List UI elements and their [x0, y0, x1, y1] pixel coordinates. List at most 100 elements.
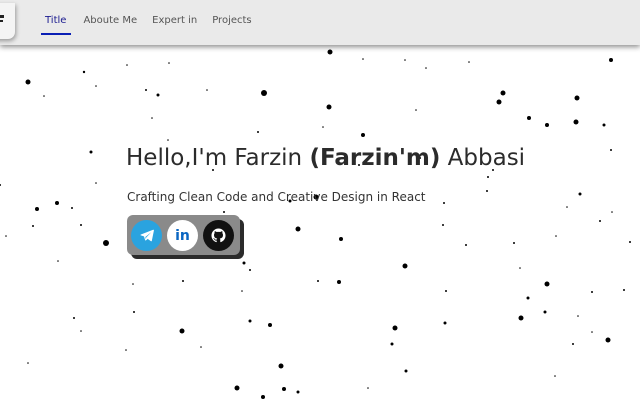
star-dot [296, 390, 300, 394]
star-dot [404, 59, 406, 61]
star-dot [486, 190, 488, 192]
star-dot [443, 321, 447, 325]
star-dot [249, 269, 251, 271]
star-dot [0, 184, 1, 186]
star-dot [261, 395, 265, 399]
star-dot [80, 330, 82, 332]
star-dot [465, 244, 467, 246]
star-dot [132, 283, 134, 285]
star-dot [43, 95, 45, 97]
star-dot [282, 387, 286, 391]
star-dot [605, 337, 611, 343]
star-dot [496, 99, 502, 105]
star-dot [35, 207, 39, 211]
hero-surname: Abbasi [440, 145, 526, 171]
star-dot [415, 109, 417, 111]
star-dot [487, 176, 489, 178]
star-dot [443, 202, 445, 204]
nav-item-expert[interactable]: Expert in [149, 14, 200, 35]
hero-nickname: (Farzin'm) [309, 145, 441, 171]
star-dot [527, 116, 531, 120]
star-dot [326, 104, 332, 110]
nav-item-about[interactable]: Aboute Me [80, 14, 140, 35]
github-icon [211, 228, 226, 243]
star-dot [611, 211, 613, 213]
star-dot [392, 325, 398, 331]
star-dot [545, 123, 549, 127]
star-dot [126, 64, 128, 66]
logo-icon [0, 15, 4, 25]
linkedin-button[interactable]: in [167, 220, 198, 251]
page: Title Aboute Me Expert in Projects Hello… [0, 0, 640, 400]
star-dot [317, 280, 319, 282]
star-dot [513, 242, 515, 244]
star-dot [32, 225, 34, 227]
star-dot [73, 317, 75, 319]
star-dot [339, 237, 343, 241]
nav-item-title[interactable]: Title [41, 14, 72, 35]
star-dot [151, 117, 153, 119]
star-dot [577, 315, 579, 317]
star-dot [322, 126, 324, 128]
star-dot [500, 90, 506, 96]
star-dot [591, 291, 593, 293]
telegram-icon [139, 229, 154, 242]
star-dot [390, 342, 394, 346]
star-dot [95, 182, 97, 184]
github-button[interactable] [203, 220, 234, 251]
star-dot [261, 90, 267, 96]
star-dot [566, 206, 568, 208]
star-dot [25, 79, 31, 85]
star-dot [425, 67, 427, 69]
star-dot [27, 362, 29, 364]
star-dot [206, 89, 208, 91]
telegram-button[interactable] [131, 220, 162, 251]
star-dot [362, 58, 364, 60]
star-dot [57, 260, 59, 262]
hero-greeting: Hello,I'm Farzin [126, 145, 310, 171]
star-dot [442, 224, 444, 226]
star-dot [200, 346, 202, 348]
star-dot [367, 387, 369, 389]
star-dot [5, 235, 7, 237]
star-dot [241, 290, 243, 292]
star-dot [599, 220, 601, 222]
logo[interactable] [0, 3, 15, 39]
star-dot [145, 89, 147, 91]
star-dot [95, 85, 97, 87]
star-dot [404, 369, 408, 373]
star-dot [591, 331, 593, 333]
star-dot [554, 375, 556, 377]
hero-subtitle: Crafting Clean Code and Creative Design … [127, 190, 426, 204]
star-dot [182, 280, 184, 282]
star-dot [555, 235, 557, 237]
star-dot [168, 62, 170, 64]
star-dot [167, 139, 169, 141]
star-dot [295, 226, 301, 232]
star-dot [82, 70, 86, 74]
star-dot [573, 119, 579, 125]
star-dot [257, 131, 259, 133]
star-dot [445, 290, 447, 292]
star-dot [248, 319, 252, 323]
star-dot [361, 133, 365, 137]
star-dot [156, 93, 160, 97]
star-dot [519, 267, 521, 269]
star-dot [572, 343, 574, 345]
navbar: Title Aboute Me Expert in Projects [0, 0, 640, 45]
star-dot [544, 281, 550, 287]
star-dot [179, 328, 185, 334]
star-dot [609, 58, 613, 62]
star-dot [223, 211, 225, 213]
hero-title: Hello,I'm Farzin (Farzin'm) Abbasi [126, 145, 525, 171]
star-dot [278, 363, 284, 369]
star-dot [468, 61, 470, 63]
star-dot [337, 280, 341, 284]
star-dot [55, 201, 59, 205]
star-dot [327, 49, 333, 55]
star-dot [623, 289, 625, 291]
star-dot [80, 224, 82, 226]
nav-item-projects[interactable]: Projects [209, 14, 254, 35]
linkedin-icon: in [175, 227, 190, 244]
star-dot [610, 149, 612, 151]
